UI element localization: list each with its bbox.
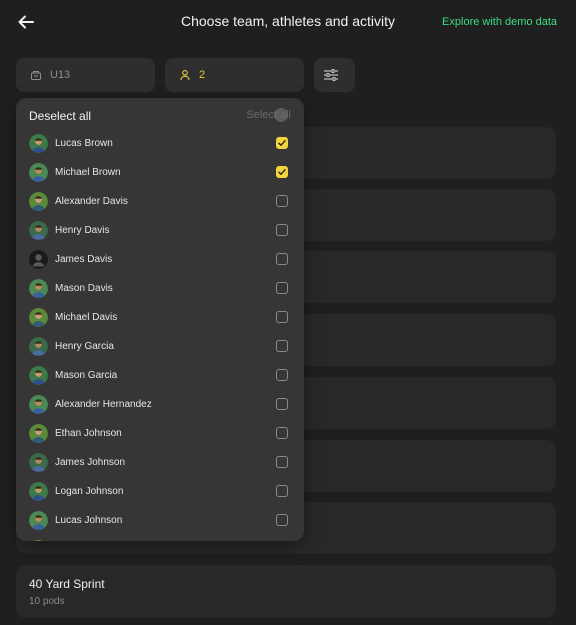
athlete-name: Alexander Hernandez <box>55 399 152 410</box>
athlete-avatar <box>29 482 48 501</box>
athlete-name: James Davis <box>55 254 113 265</box>
person-icon <box>180 70 190 81</box>
athlete-row[interactable]: Ethan Johnson <box>16 419 304 448</box>
athlete-checkbox[interactable] <box>276 282 288 294</box>
sliders-icon <box>323 69 338 81</box>
athlete-avatar <box>29 250 48 269</box>
explore-demo-link[interactable]: Explore with demo data <box>442 16 557 28</box>
athlete-avatar <box>29 279 48 298</box>
athlete-checkbox[interactable] <box>276 166 288 178</box>
athlete-checkbox[interactable] <box>276 311 288 323</box>
athlete-checkbox[interactable] <box>276 427 288 439</box>
athlete-name: Alexander Davis <box>55 196 128 207</box>
athlete-row[interactable]: Henry Davis <box>16 216 304 245</box>
athlete-name: Logan Johnson <box>55 486 124 497</box>
athlete-name: Lucas Brown <box>55 138 113 149</box>
athlete-avatar <box>29 221 48 240</box>
athletes-dropdown: Deselect all Select all Lucas Brown Micha… <box>16 98 304 541</box>
activity-name: 40 Yard Sprint <box>29 577 105 591</box>
athlete-avatar <box>29 366 48 385</box>
athlete-name: Mason Davis <box>55 283 113 294</box>
check-icon <box>278 140 286 146</box>
athlete-row[interactable] <box>16 535 304 541</box>
athlete-name: Henry Davis <box>55 225 110 236</box>
athlete-avatar <box>29 395 48 414</box>
athlete-row[interactable]: Alexander Hernandez <box>16 390 304 419</box>
athlete-avatar <box>29 134 48 153</box>
athlete-checkbox[interactable] <box>276 253 288 265</box>
athlete-checkbox[interactable] <box>276 398 288 410</box>
athlete-name: Michael Brown <box>55 167 121 178</box>
athlete-checkbox[interactable] <box>276 195 288 207</box>
athlete-name: Henry Garcia <box>55 341 114 352</box>
athlete-avatar <box>29 511 48 530</box>
athlete-avatar <box>29 308 48 327</box>
athlete-avatar <box>29 424 48 443</box>
athlete-checkbox[interactable] <box>276 224 288 236</box>
athlete-row[interactable]: James Johnson <box>16 448 304 477</box>
athlete-row[interactable]: Lucas Brown <box>16 129 304 158</box>
athlete-checkbox[interactable] <box>276 514 288 526</box>
athlete-checkbox[interactable] <box>276 137 288 149</box>
athlete-avatar <box>29 192 48 211</box>
header: Choose team, athletes and activity Explo… <box>0 0 576 44</box>
athlete-row[interactable]: Alexander Davis <box>16 187 304 216</box>
athlete-row[interactable]: Mason Davis <box>16 274 304 303</box>
athlete-name: Lucas Johnson <box>55 515 123 526</box>
team-selector-label: U13 <box>50 69 71 81</box>
deselect-all-button[interactable]: Deselect all <box>29 109 91 123</box>
athletes-selector[interactable]: 2 <box>165 58 304 92</box>
dropdown-header: Deselect all Select all <box>16 98 304 132</box>
athlete-avatar <box>29 163 48 182</box>
athlete-row[interactable]: Michael Brown <box>16 158 304 187</box>
athlete-checkbox[interactable] <box>276 369 288 381</box>
athlete-row[interactable]: Henry Garcia <box>16 332 304 361</box>
athlete-name: James Johnson <box>55 457 126 468</box>
select-all-button[interactable]: Select all <box>246 109 291 121</box>
athlete-row[interactable]: Logan Johnson <box>16 477 304 506</box>
athlete-checkbox[interactable] <box>276 340 288 352</box>
athlete-row[interactable]: Mason Garcia <box>16 361 304 390</box>
activity-subtitle: 10 pods <box>29 596 65 607</box>
athlete-avatar <box>29 540 48 541</box>
athlete-avatar <box>29 337 48 356</box>
athlete-row[interactable]: James Davis <box>16 245 304 274</box>
athlete-name: Michael Davis <box>55 312 118 323</box>
athletes-count: 2 <box>199 69 206 81</box>
athlete-checkbox[interactable] <box>276 485 288 497</box>
filter-button[interactable] <box>314 58 355 92</box>
athlete-avatar <box>29 453 48 472</box>
activity-card[interactable]: 40 Yard Sprint 10 pods <box>16 565 556 618</box>
athlete-row[interactable]: Lucas Johnson <box>16 506 304 535</box>
check-icon <box>278 169 286 175</box>
athlete-name: Ethan Johnson <box>55 428 122 439</box>
team-selector[interactable]: U13 <box>16 58 155 92</box>
team-icon <box>31 71 41 80</box>
athlete-checkbox[interactable] <box>276 456 288 468</box>
athlete-row[interactable]: Michael Davis <box>16 303 304 332</box>
athlete-name: Mason Garcia <box>55 370 118 381</box>
